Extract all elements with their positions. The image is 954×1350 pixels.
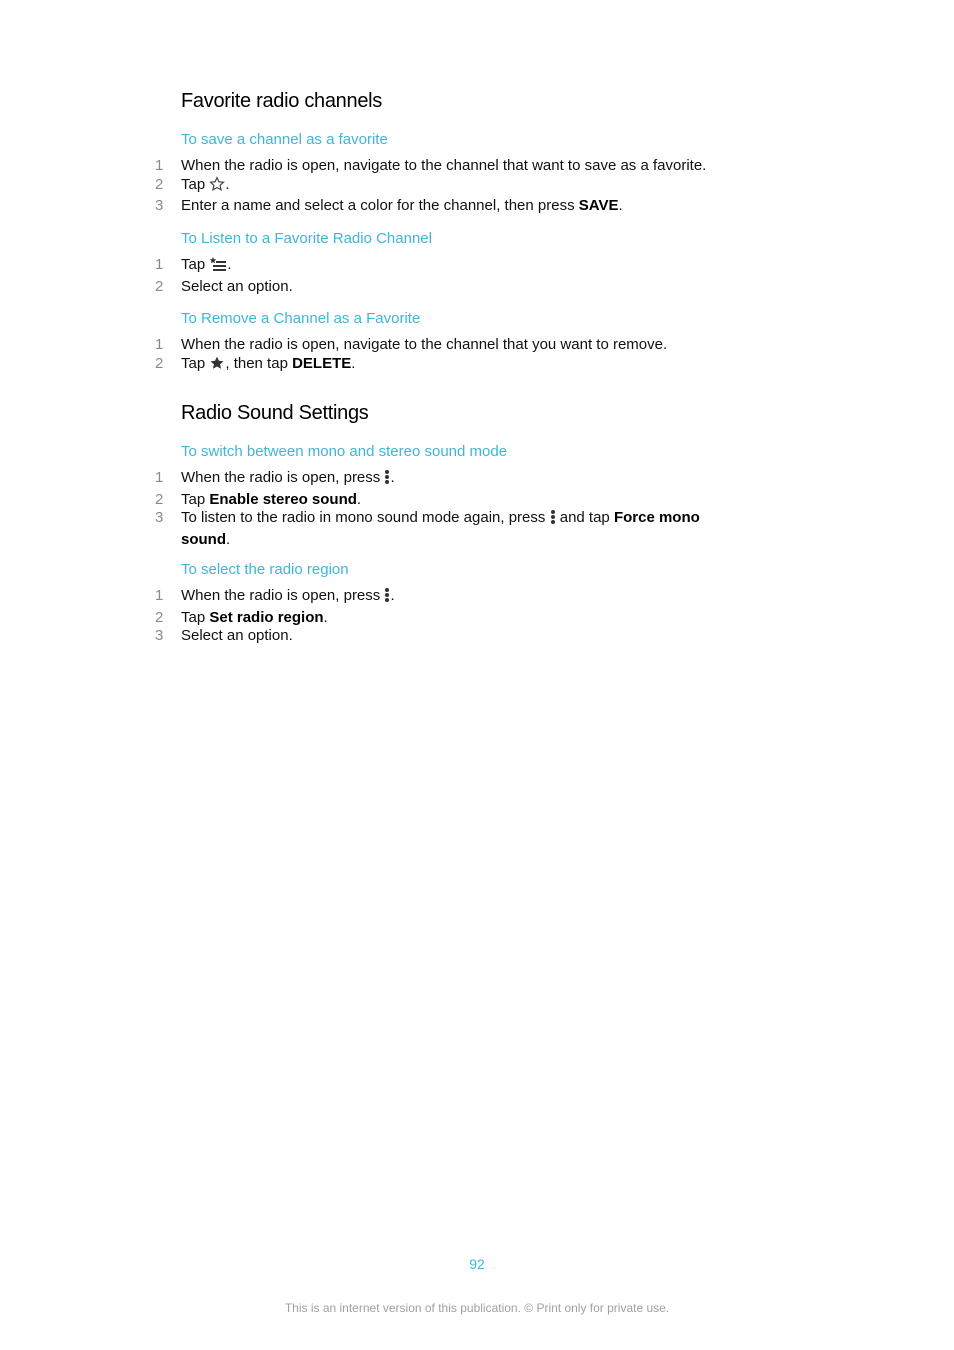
step-text: When the radio is open, press . [181, 587, 741, 609]
step-text-part: . [225, 175, 230, 193]
procedure-heading: To Listen to a Favorite Radio Channel [181, 230, 432, 247]
step-item: 2 Select an option. [0, 278, 954, 297]
step-number: 3 [155, 197, 164, 214]
step-text: When the radio is open, navigate to the … [181, 157, 707, 174]
step-text-part: . [390, 469, 395, 486]
step-text: Tap . [181, 256, 741, 278]
step-text-part: . [356, 490, 362, 508]
procedure-heading: To select the radio region [181, 561, 349, 578]
step-text-part: , then tap [225, 354, 293, 372]
step-text-part: Enter a name and select a color for the … [181, 197, 579, 214]
step-number: 1 [155, 256, 164, 273]
steps-list: 1 Tap . 2 Select an option. [0, 256, 954, 296]
step-text-part: Tap [181, 490, 210, 508]
ui-term: DELETE [292, 354, 352, 372]
step-text: When the radio is open, press . [181, 469, 741, 491]
step-item: 3 Enter a name and select a color for th… [0, 197, 954, 216]
step-text-part: . [323, 608, 328, 626]
step-text: Tap Enable stereo sound. [181, 491, 741, 510]
step-text-part: . [227, 256, 232, 273]
step-text-part: . [351, 354, 356, 372]
step-item: 1 Tap . [0, 256, 954, 278]
step-number: 2 [155, 354, 164, 372]
step-item: 1 When the radio is open, press . [0, 587, 954, 609]
step-number: 1 [155, 469, 164, 486]
step-text-part: Tap [181, 354, 210, 372]
step-item: 3 To listen to the radio in mono sound m… [0, 509, 954, 549]
footer-note: This is an internet version of this publ… [284, 1301, 670, 1315]
step-text-part: To listen to the radio in mono sound mod… [181, 509, 550, 526]
step-text-part: When the radio is open, press [181, 587, 385, 604]
page-number: 92 [469, 1256, 485, 1272]
step-number: 2 [155, 490, 164, 508]
step-text: When the radio is open, navigate to the … [181, 336, 668, 353]
step-item: 1 When the radio is open, press . [0, 469, 954, 491]
ui-term: SAVE [578, 197, 619, 214]
step-text: Select an option. [181, 627, 293, 644]
step-text-part: Tap [181, 256, 210, 273]
step-number: 1 [155, 336, 164, 353]
step-text: Tap Set radio region. [181, 609, 741, 628]
step-item: 2 Tap Enable stereo sound. [0, 491, 954, 510]
step-item: 1 When the radio is open, navigate to th… [0, 157, 954, 176]
step-text: Tap , then tap DELETE. [181, 355, 741, 377]
step-text-part: When the radio is open, press [181, 469, 385, 486]
star-filled-icon [209, 355, 225, 377]
step-item: 2 Tap , then tap DELETE. [0, 355, 954, 377]
step-text: Select an option. [181, 277, 293, 295]
steps-list: 1 When the radio is open, press . 2 Tap … [0, 587, 954, 646]
section-title: Favorite radio channels [181, 90, 382, 112]
step-text-part: . [618, 197, 623, 214]
steps-list: 1 When the radio is open, press . 2 Tap … [0, 469, 954, 549]
procedure-heading: To switch between mono and stereo sound … [181, 443, 508, 460]
step-text-part: . [390, 587, 395, 604]
step-number: 1 [155, 157, 164, 174]
step-item: 2 Tap Set radio region. [0, 609, 954, 628]
step-number: 3 [155, 627, 164, 644]
step-number: 2 [155, 608, 164, 626]
step-text: Tap . [181, 176, 741, 198]
step-text: To listen to the radio in mono sound mod… [181, 509, 726, 549]
ui-term: Set radio region [209, 608, 324, 626]
procedure-heading: To save a channel as a favorite [181, 131, 388, 148]
step-item: 3 Select an option. [0, 627, 954, 646]
favorites-list-icon [209, 256, 227, 278]
step-text: Enter a name and select a color for the … [181, 197, 741, 216]
steps-list: 1 When the radio is open, navigate to th… [0, 336, 954, 376]
ui-term: Enable stereo sound [209, 490, 357, 508]
step-number: 3 [155, 509, 164, 526]
step-text-part: Tap [181, 608, 210, 626]
step-number: 2 [155, 277, 164, 295]
step-item: 1 When the radio is open, navigate to th… [0, 336, 954, 355]
steps-list: 1 When the radio is open, navigate to th… [0, 157, 954, 216]
star-outline-icon [209, 175, 226, 198]
procedure-heading: To Remove a Channel as a Favorite [181, 310, 421, 327]
step-text-part: . [226, 530, 231, 548]
section-title: Radio Sound Settings [181, 402, 369, 424]
step-text-part: Tap [181, 175, 210, 193]
step-item: 2 Tap . [0, 176, 954, 198]
step-number: 2 [155, 175, 164, 193]
step-text-part: and tap [555, 509, 614, 526]
step-number: 1 [155, 587, 164, 604]
